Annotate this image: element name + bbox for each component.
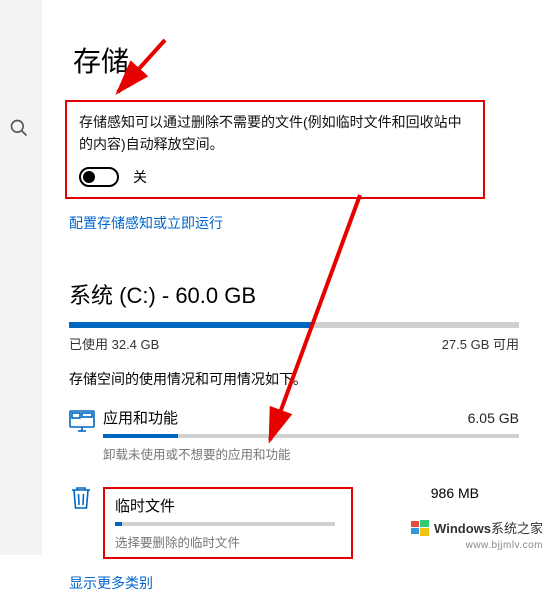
page-title: 存储 <box>73 40 535 80</box>
drive-free-label: 27.5 GB 可用 <box>442 334 519 353</box>
drive-usage-fill <box>69 322 312 328</box>
category-apps-and-features[interactable]: 应用和功能 6.05 GB 卸载未使用或不想要的应用和功能 <box>69 407 519 463</box>
category-sub: 卸载未使用或不想要的应用和功能 <box>103 444 519 463</box>
category-size: 6.05 GB <box>468 410 519 426</box>
storage-sense-description: 存储感知可以通过删除不需要的文件(例如临时文件和回收站中的内容)自动释放空间。 <box>79 112 471 155</box>
category-sub: 选择要删除的临时文件 <box>115 532 341 551</box>
category-bar-fill <box>103 434 178 438</box>
watermark-suffix: 系统之家 <box>491 521 543 536</box>
windows-logo-icon <box>411 519 429 537</box>
drive-usage-description: 存储空间的使用情况和可用情况如下。 <box>69 369 535 389</box>
category-name: 应用和功能 <box>103 407 178 428</box>
storage-sense-toggle-label: 关 <box>133 167 147 187</box>
configure-storage-sense-link[interactable]: 配置存储感知或立即运行 <box>69 213 223 233</box>
category-name: 临时文件 <box>115 495 175 516</box>
search-icon[interactable] <box>9 118 29 143</box>
temp-files-highlight-box: 临时文件 选择要删除的临时文件 <box>103 487 353 559</box>
system-drive-title: 系统 (C:) - 60.0 GB <box>69 278 535 310</box>
settings-left-rail <box>0 0 42 555</box>
show-more-categories-link[interactable]: 显示更多类别 <box>69 573 153 593</box>
trash-icon <box>69 485 103 516</box>
watermark-brand: Windows <box>434 521 491 536</box>
drive-used-label: 已使用 32.4 GB <box>69 334 159 353</box>
storage-sense-toggle[interactable] <box>79 167 119 187</box>
category-size: 986 MB <box>431 485 479 501</box>
watermark-url: www.bjjmlv.com <box>466 540 543 551</box>
toggle-knob <box>83 171 95 183</box>
apps-icon <box>69 410 103 437</box>
watermark: Windows系统之家 <box>411 518 543 537</box>
category-bar-fill <box>115 522 122 526</box>
storage-sense-highlight-box: 存储感知可以通过删除不需要的文件(例如临时文件和回收站中的内容)自动释放空间。 … <box>65 100 485 199</box>
drive-usage-bar: 已使用 32.4 GB 27.5 GB 可用 <box>69 322 519 353</box>
